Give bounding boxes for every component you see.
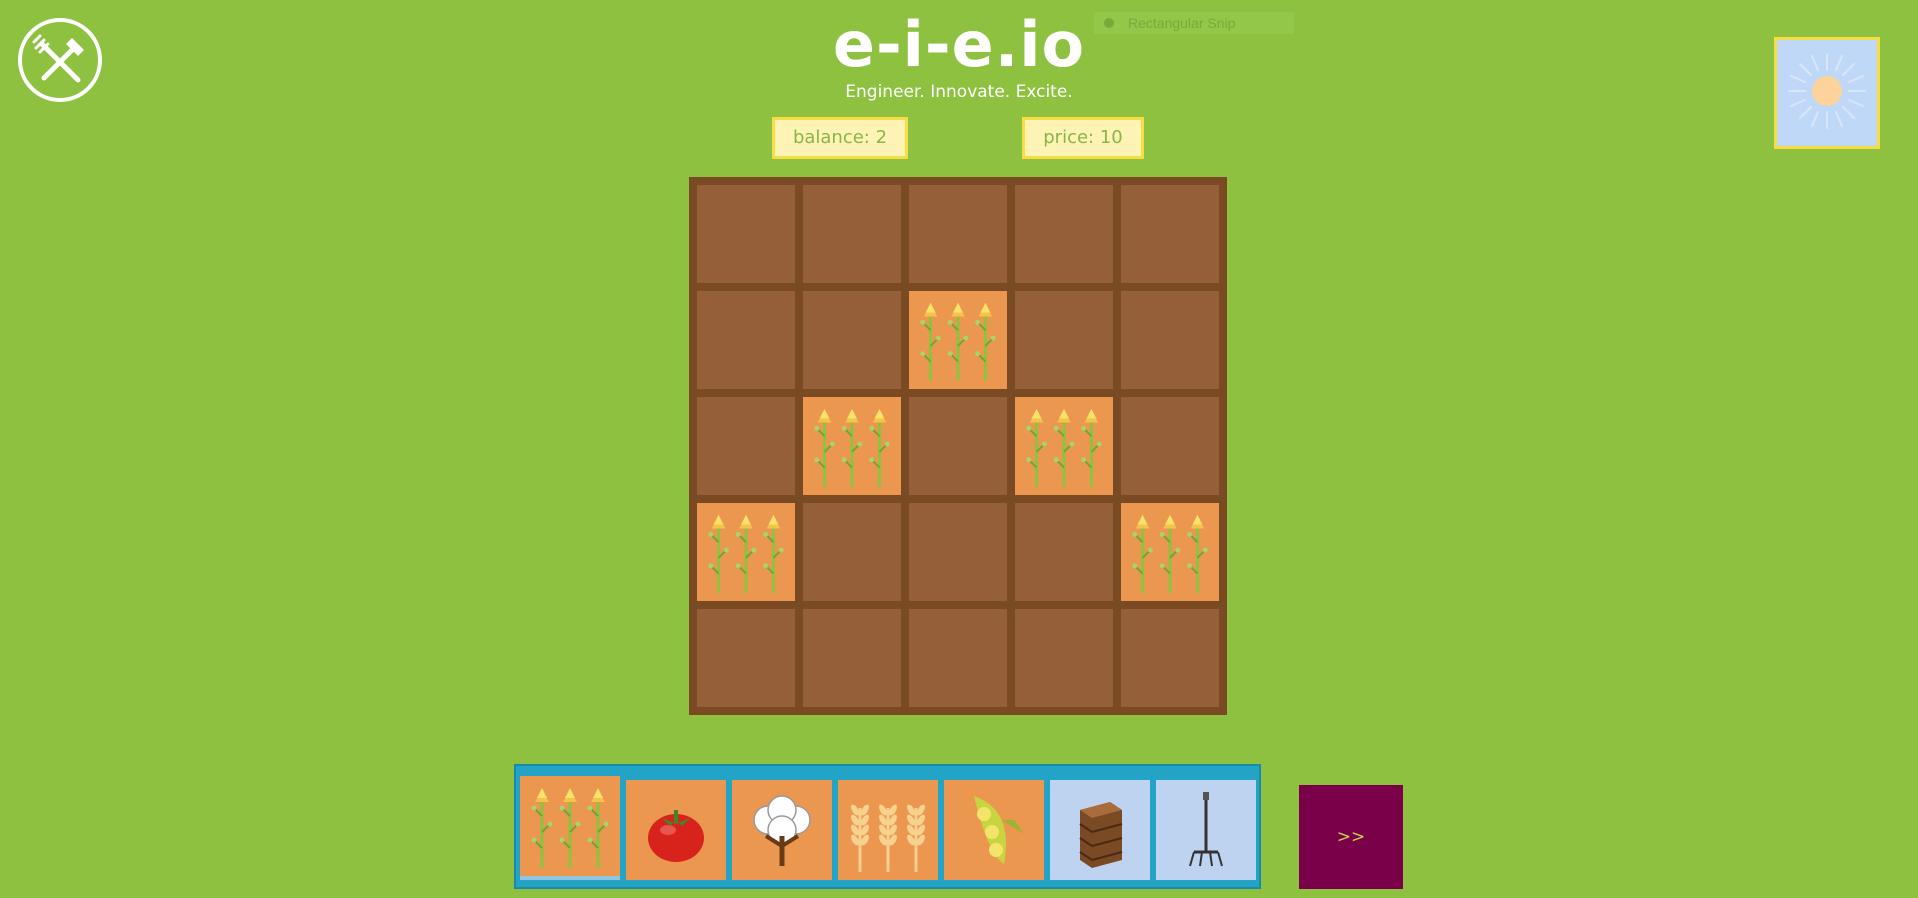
toolbar-slot-pitchfork[interactable] xyxy=(1156,780,1256,880)
cotton-icon xyxy=(732,780,832,880)
field-plot-r4-c3[interactable] xyxy=(909,503,1007,601)
toolbar-slot-cotton[interactable] xyxy=(732,780,832,880)
pitchfork-icon xyxy=(1156,780,1256,880)
asparagus-icon xyxy=(909,291,1007,389)
tagline: Engineer. Innovate. Excite. xyxy=(845,82,1073,102)
field-plot-r4-c5[interactable] xyxy=(1121,503,1219,601)
field-plot-r1-c1[interactable] xyxy=(697,185,795,283)
sun-icon xyxy=(1788,53,1866,129)
field-plot-r1-c4[interactable] xyxy=(1015,185,1113,283)
asparagus-icon xyxy=(697,503,795,601)
field-plot-r5-c3[interactable] xyxy=(909,609,1007,707)
field-plot-r5-c4[interactable] xyxy=(1015,609,1113,707)
field-plot-r2-c2[interactable] xyxy=(803,291,901,389)
asparagus-icon xyxy=(803,397,901,495)
field-plot-r5-c5[interactable] xyxy=(1121,609,1219,707)
toolbar-slot-tomato[interactable] xyxy=(626,780,726,880)
toolbar-slot-asparagus[interactable] xyxy=(520,776,620,880)
farm-field-grid xyxy=(689,177,1227,715)
field-plot-r3-c1[interactable] xyxy=(697,397,795,495)
toolbar-slot-crate[interactable] xyxy=(1050,780,1150,880)
soybean-icon xyxy=(944,780,1044,880)
field-plot-r1-c5[interactable] xyxy=(1121,185,1219,283)
field-plot-r4-c4[interactable] xyxy=(1015,503,1113,601)
field-plot-r5-c2[interactable] xyxy=(803,609,901,707)
toolbar-slot-wheat[interactable] xyxy=(838,780,938,880)
wheat-icon xyxy=(838,780,938,880)
item-toolbar xyxy=(514,764,1261,889)
field-plot-r1-c3[interactable] xyxy=(909,185,1007,283)
next-day-button[interactable]: >> xyxy=(1299,785,1403,889)
field-plot-r2-c1[interactable] xyxy=(697,291,795,389)
field-plot-r2-c4[interactable] xyxy=(1015,291,1113,389)
asparagus-icon xyxy=(1121,503,1219,601)
price-display: price: 10 xyxy=(1022,117,1144,159)
balance-display: balance: 2 xyxy=(772,117,908,159)
page-title: e-i-e.io xyxy=(832,8,1086,81)
field-plot-r2-c5[interactable] xyxy=(1121,291,1219,389)
field-plot-r4-c1[interactable] xyxy=(697,503,795,601)
asparagus-icon xyxy=(520,776,620,876)
asparagus-icon xyxy=(1015,397,1113,495)
field-plot-r3-c4[interactable] xyxy=(1015,397,1113,495)
rectangular-snip-overlay[interactable]: Rectangular Snip xyxy=(1094,12,1294,34)
field-plot-r4-c2[interactable] xyxy=(803,503,901,601)
tomato-icon xyxy=(626,780,726,880)
field-plot-r3-c2[interactable] xyxy=(803,397,901,495)
weather-indicator xyxy=(1774,37,1880,149)
field-plot-r5-c1[interactable] xyxy=(697,609,795,707)
field-plot-r1-c2[interactable] xyxy=(803,185,901,283)
field-plot-r2-c3[interactable] xyxy=(909,291,1007,389)
snip-label: Rectangular Snip xyxy=(1128,15,1236,31)
record-dot-icon xyxy=(1104,18,1114,28)
crate-icon xyxy=(1050,780,1150,880)
field-plot-r3-c5[interactable] xyxy=(1121,397,1219,495)
toolbar-slot-soybean[interactable] xyxy=(944,780,1044,880)
field-plot-r3-c3[interactable] xyxy=(909,397,1007,495)
